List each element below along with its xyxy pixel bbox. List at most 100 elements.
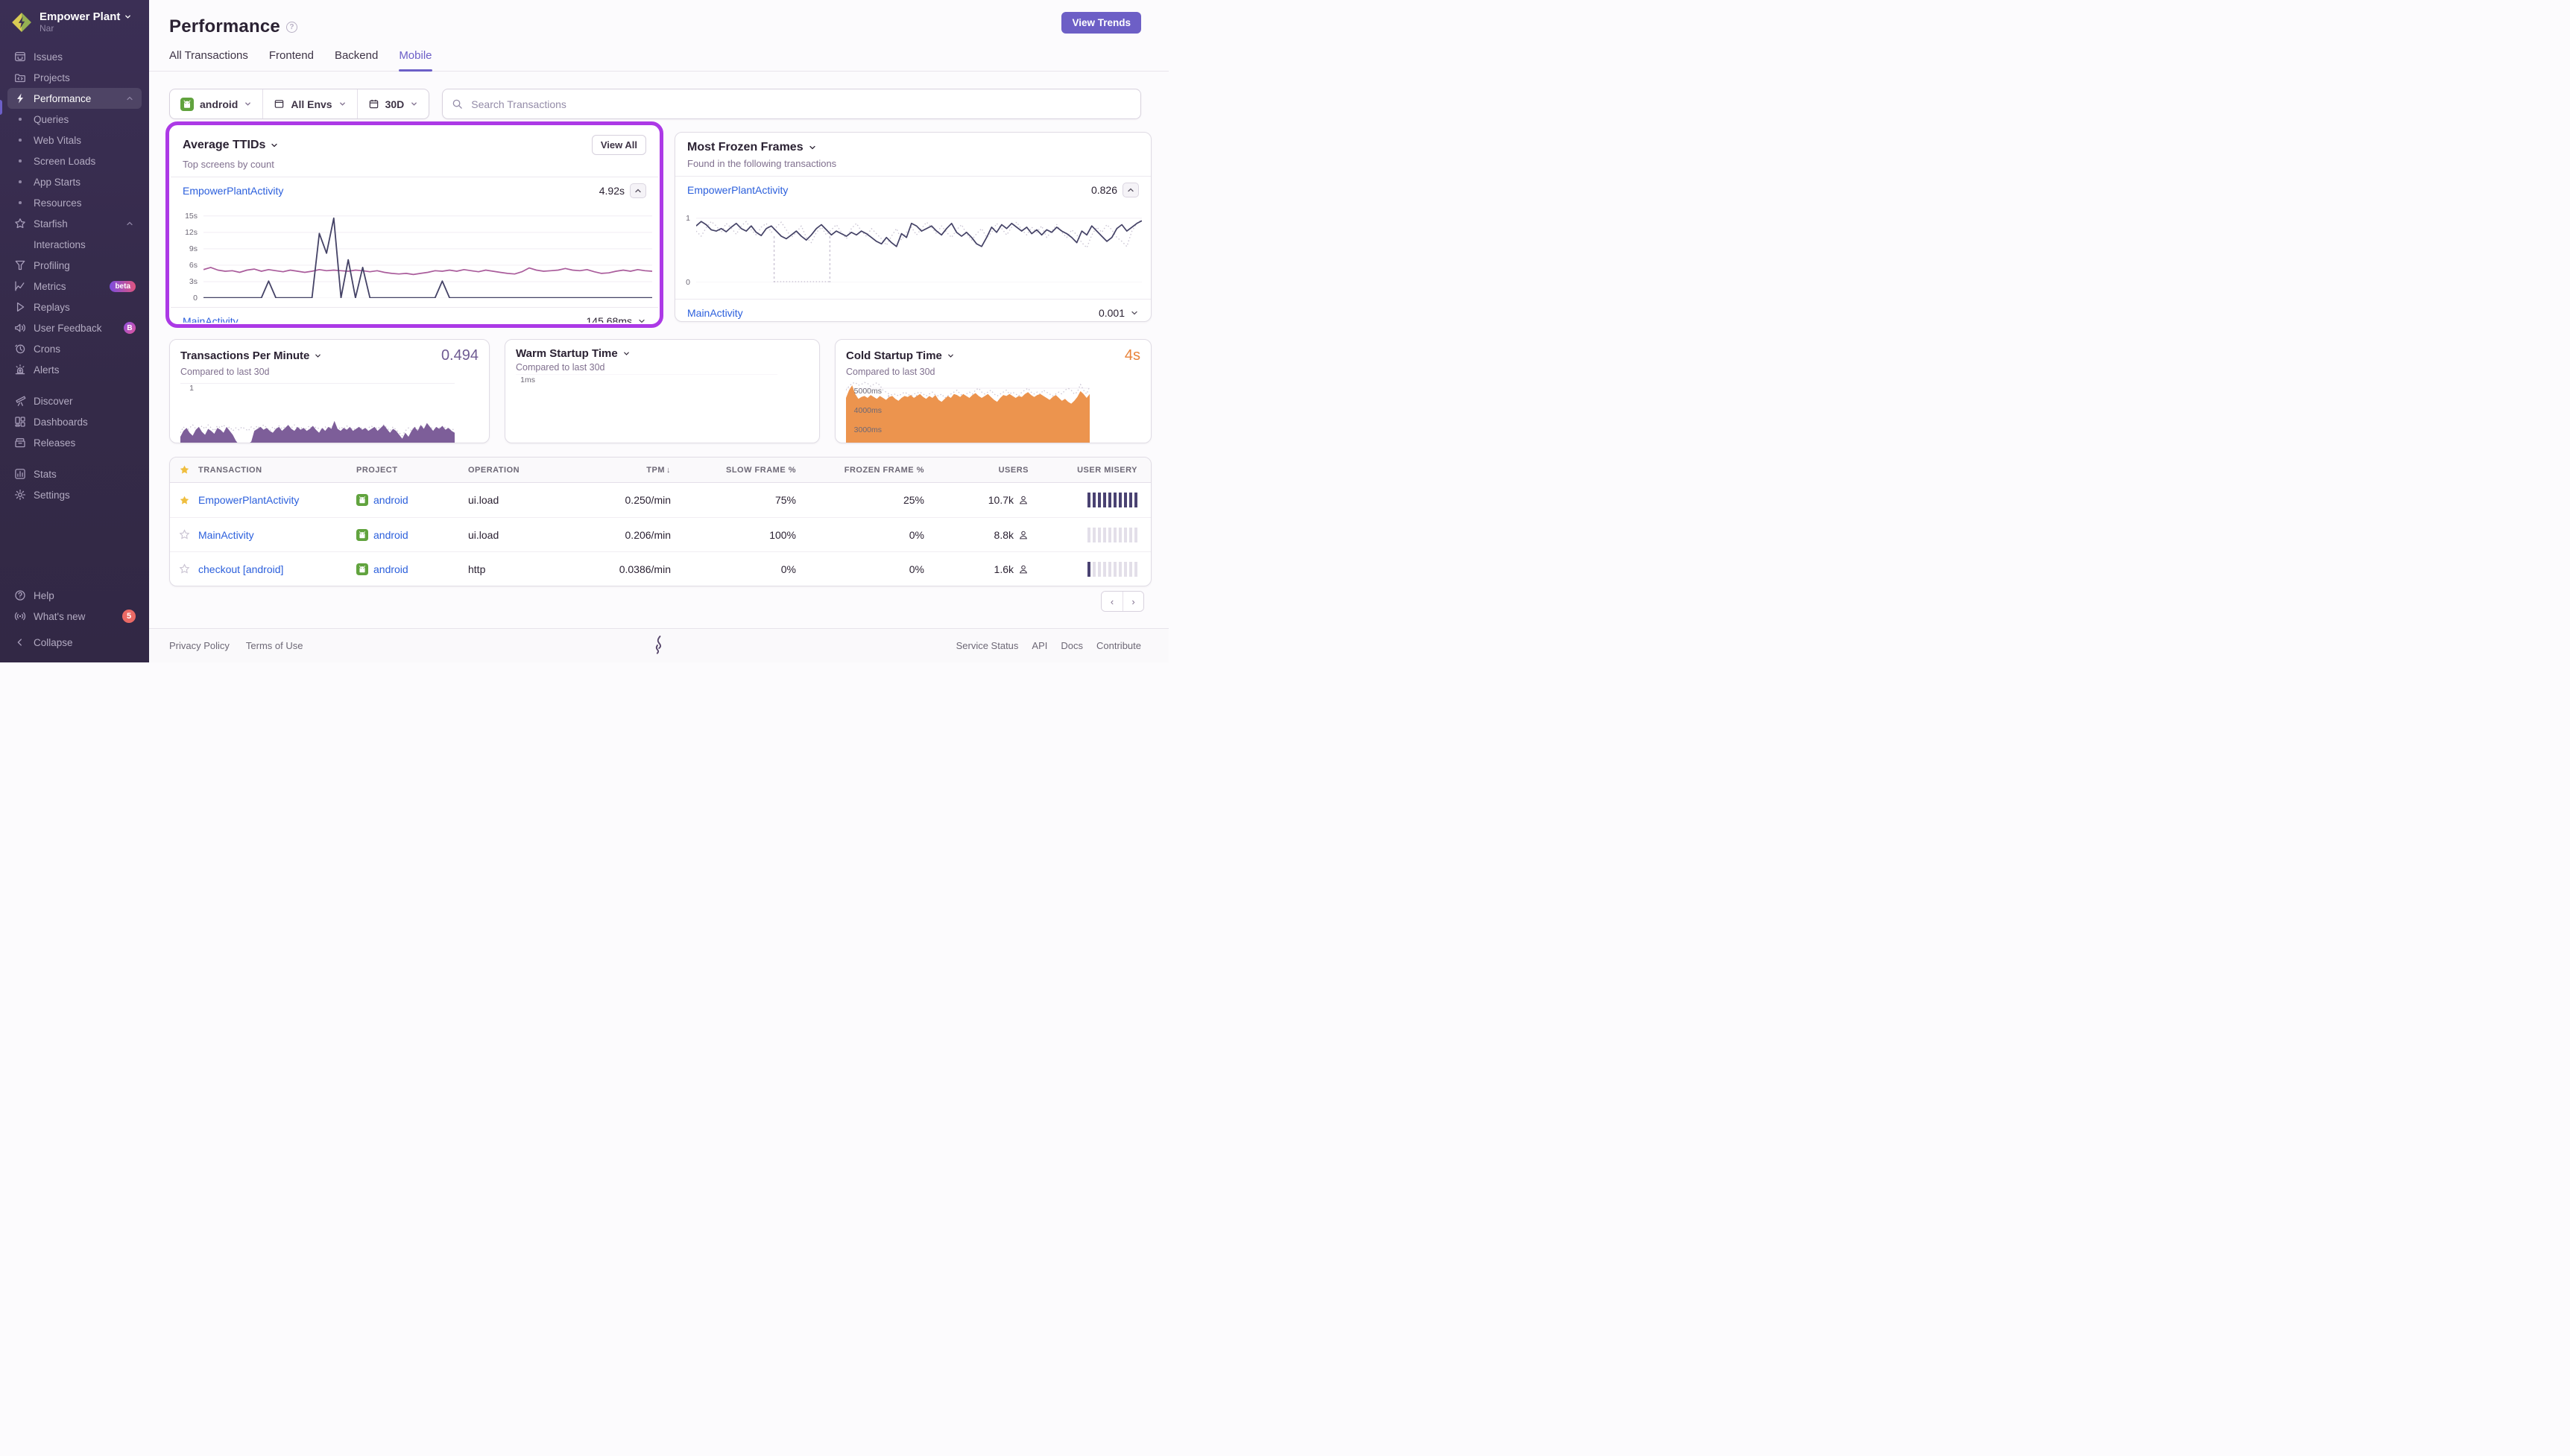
star-icon-filled[interactable]	[170, 495, 198, 506]
app-root: Empower Plant Nar IssuesProjectsPerforma…	[0, 0, 1169, 662]
sidebar-item-web-vitals[interactable]: Web Vitals	[7, 130, 142, 151]
sidebar-item-label: Settings	[34, 490, 136, 501]
footer-link-terms-of-use[interactable]: Terms of Use	[246, 640, 303, 651]
col-tpm-sorted[interactable]: TPM↓	[587, 466, 671, 475]
expand-row-button[interactable]	[1130, 308, 1139, 317]
footer-link-service-status[interactable]: Service Status	[956, 640, 1019, 651]
sidebar-item-profiling[interactable]: Profiling	[7, 255, 142, 276]
sidebar-item-issues[interactable]: Issues	[7, 46, 142, 67]
sidebar-item-settings[interactable]: Settings	[7, 484, 142, 505]
search-icon	[452, 98, 463, 110]
footer-link-api[interactable]: API	[1032, 640, 1047, 651]
project-link[interactable]: android	[373, 563, 408, 575]
warm-startup-chart: 1ms0	[516, 374, 809, 443]
sidebar-item-projects[interactable]: Projects	[7, 67, 142, 88]
transaction-link[interactable]: EmpowerPlantActivity	[198, 494, 299, 506]
org-switcher[interactable]: Empower Plant Nar	[0, 0, 149, 42]
y-axis-tick: 1ms	[516, 376, 535, 384]
sidebar-item-discover[interactable]: Discover	[7, 390, 142, 411]
transaction-link-empowerplantactivity[interactable]: EmpowerPlantActivity	[687, 184, 788, 196]
col-project[interactable]: PROJECT	[356, 466, 468, 475]
footer-link-privacy-policy[interactable]: Privacy Policy	[169, 640, 230, 651]
project-filter[interactable]: android	[170, 89, 262, 118]
table-header-row: TRANSACTION PROJECT OPERATION TPM↓ SLOW …	[170, 458, 1151, 483]
sidebar-item-label: Stats	[34, 469, 136, 480]
environment-icon	[274, 98, 285, 110]
ttid-card-title-dropdown[interactable]: Average TTIDs	[183, 139, 279, 152]
bullet-icon	[13, 134, 27, 146]
sidebar-item-user-feedback[interactable]: User FeedbackB	[7, 317, 142, 338]
transaction-link[interactable]: checkout [android]	[198, 563, 283, 575]
project-link[interactable]: android	[373, 494, 408, 506]
star-icon-outline[interactable]	[170, 529, 198, 540]
sidebar-item-dashboards[interactable]: Dashboards	[7, 411, 142, 432]
sidebar-item-app-starts[interactable]: App Starts	[7, 171, 142, 192]
sidebar-item-help[interactable]: Help	[7, 585, 142, 606]
metrics-icon	[13, 280, 27, 292]
col-transaction[interactable]: TRANSACTION	[198, 466, 356, 475]
star-icon-outline[interactable]	[170, 563, 198, 575]
sidebar-item-releases[interactable]: Releases	[7, 432, 142, 453]
warm-card-title-dropdown[interactable]: Warm Startup Time	[516, 347, 631, 360]
view-all-button[interactable]: View All	[592, 135, 646, 155]
cold-value: 4s	[1125, 347, 1140, 364]
project-cell: android	[356, 529, 468, 541]
transaction-metric-value: 145.68ms	[587, 315, 632, 323]
sidebar-item-starfish[interactable]: Starfish	[7, 213, 142, 234]
y-axis-tick: 1	[180, 384, 194, 393]
tab-all-transactions[interactable]: All Transactions	[169, 49, 248, 71]
collapse-row-button[interactable]	[1123, 183, 1139, 197]
expand-row-button[interactable]	[637, 317, 646, 323]
cold-card-title-dropdown[interactable]: Cold Startup Time	[846, 349, 955, 362]
sidebar-item-metrics[interactable]: Metricsbeta	[7, 276, 142, 297]
alerts-icon	[13, 364, 27, 376]
transaction-trend-row: MainActivity 145.68ms	[171, 308, 658, 323]
sidebar-item-screen-loads[interactable]: Screen Loads	[7, 151, 142, 171]
col-operation[interactable]: OPERATION	[468, 466, 587, 475]
tpm-cell: 0.206/min	[587, 529, 671, 541]
sidebar-item-queries[interactable]: Queries	[7, 109, 142, 130]
slow-frame-cell: 0%	[671, 563, 796, 575]
tab-mobile[interactable]: Mobile	[399, 49, 432, 71]
date-range-filter[interactable]: 30D	[357, 89, 429, 118]
frozen-card-title-dropdown[interactable]: Most Frozen Frames	[687, 141, 817, 154]
view-trends-button[interactable]: View Trends	[1061, 12, 1141, 34]
operation-cell: http	[468, 563, 587, 575]
sidebar-item-stats[interactable]: Stats	[7, 463, 142, 484]
cold-chart-svg	[846, 379, 1090, 443]
footer-link-contribute[interactable]: Contribute	[1096, 640, 1141, 651]
search-transactions-input[interactable]	[470, 98, 1131, 111]
y-axis-tick: 6s	[171, 262, 198, 270]
next-page-button[interactable]: ›	[1123, 592, 1143, 611]
help-circle-icon[interactable]: ?	[286, 22, 297, 33]
sidebar-item-crons[interactable]: Crons	[7, 338, 142, 359]
sidebar-item-interactions[interactable]: Interactions	[7, 234, 142, 255]
collapse-row-button[interactable]	[630, 183, 646, 198]
tpm-card-title-dropdown[interactable]: Transactions Per Minute	[180, 349, 322, 362]
frozen-card-title: Most Frozen Frames	[687, 141, 803, 154]
col-user-misery[interactable]: USER MISERY	[1029, 466, 1151, 475]
tab-frontend[interactable]: Frontend	[269, 49, 314, 71]
chevron-down-icon	[410, 100, 418, 108]
col-frozen-frame[interactable]: FROZEN FRAME %	[796, 466, 924, 475]
sidebar-item-performance[interactable]: Performance	[7, 88, 142, 109]
sidebar-item-what-s-new[interactable]: What's new5	[7, 606, 142, 627]
sidebar-item-replays[interactable]: Replays	[7, 297, 142, 317]
sidebar-item-resources[interactable]: Resources	[7, 192, 142, 213]
previous-page-button[interactable]: ‹	[1102, 592, 1123, 611]
transaction-link-mainactivity[interactable]: MainActivity	[183, 315, 239, 323]
col-slow-frame[interactable]: SLOW FRAME %	[671, 466, 796, 475]
project-link[interactable]: android	[373, 529, 408, 541]
transaction-link-mainactivity[interactable]: MainActivity	[687, 307, 743, 319]
y-axis-tick: 0	[171, 294, 198, 303]
sidebar-collapse-button[interactable]: Collapse	[0, 631, 149, 653]
transaction-link[interactable]: MainActivity	[198, 529, 254, 541]
environment-filter[interactable]: All Envs	[262, 89, 356, 118]
sidebar-item-alerts[interactable]: Alerts	[7, 359, 142, 380]
project-cell: android	[356, 563, 468, 575]
user-misery-bars	[1087, 562, 1138, 577]
footer-link-docs[interactable]: Docs	[1061, 640, 1083, 651]
tab-backend[interactable]: Backend	[335, 49, 378, 71]
col-users[interactable]: USERS	[924, 466, 1029, 475]
transaction-link-empowerplantactivity[interactable]: EmpowerPlantActivity	[183, 185, 283, 197]
